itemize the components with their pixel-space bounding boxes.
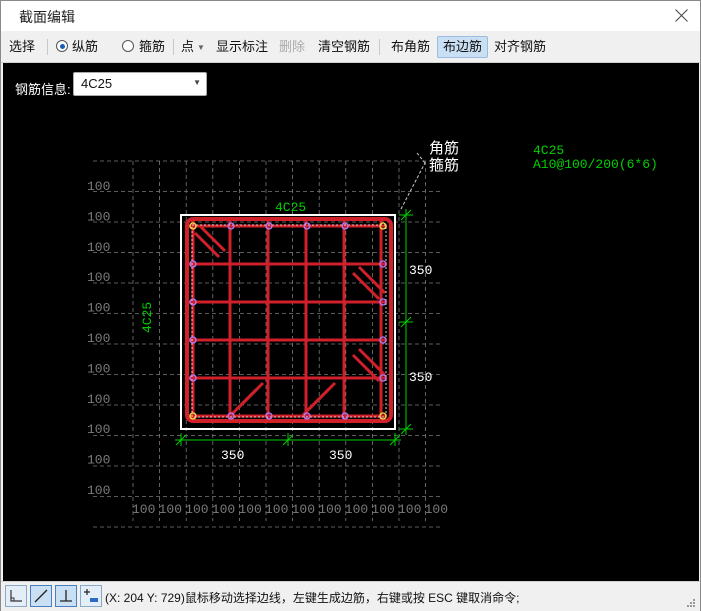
resize-grip-icon[interactable] (686, 598, 696, 608)
dimension-text: 350 (409, 263, 432, 278)
drawing-canvas[interactable]: 钢筋信息: 4C25 ▼ 100 100 100 100 100 100 100 100 100… (3, 63, 699, 581)
corner-rebar-button[interactable]: 布角筋 (391, 37, 430, 57)
window-title: 截面编辑 (19, 9, 75, 25)
stirrup-spec-text: A10@100/200(6*6) (533, 157, 658, 172)
grid-label: 100 (87, 392, 110, 407)
grid-label: 100 (87, 179, 110, 194)
close-icon[interactable] (670, 4, 694, 28)
add-icon[interactable] (80, 585, 102, 607)
separator (173, 39, 174, 55)
toolbar: 选择 纵筋 箍筋 点 ▼ 显示标注 删除 清空钢筋 布角筋 布边筋 对齐钢筋 (1, 31, 700, 63)
rebar-info-label: 钢筋信息: (15, 82, 71, 97)
grid-label: 100 (87, 422, 110, 437)
grid-label: 100 (371, 502, 394, 517)
grid-label: 100 (238, 502, 261, 517)
grid-label: 100 (87, 270, 110, 285)
stirrup-radio[interactable] (122, 40, 134, 52)
separator (47, 39, 48, 55)
legend-corner-text: 角筋 (429, 140, 459, 158)
select-button[interactable]: 选择 (9, 37, 35, 57)
grid-label: 100 (132, 502, 155, 517)
line-icon[interactable] (30, 585, 52, 607)
left-rebar-label: 4C25 (140, 302, 155, 333)
delete-button[interactable]: 删除 (279, 37, 305, 57)
leader-line (400, 162, 426, 210)
point-dropdown[interactable]: 点 ▼ (181, 37, 205, 57)
grid-label: 100 (292, 502, 315, 517)
leader-line (416, 152, 426, 164)
dimension-text: 350 (329, 448, 352, 463)
chevron-down-icon: ▼ (193, 78, 201, 87)
grid-label: 100 (159, 502, 182, 517)
align-rebar-button[interactable]: 对齐钢筋 (494, 37, 546, 57)
orthogonal-icon[interactable] (5, 585, 27, 607)
grid-label: 100 (87, 331, 110, 346)
stirrup-hook (351, 271, 381, 301)
separator (379, 39, 380, 55)
grid-label: 100 (87, 361, 110, 376)
stirrup-hook (193, 231, 221, 259)
clear-rebar-button[interactable]: 清空钢筋 (318, 37, 370, 57)
grid-label: 100 (318, 502, 341, 517)
grid-label: 100 (398, 502, 421, 517)
grid-label: 100 (87, 301, 110, 316)
section-drawing: 100100100100100100100100100100100100 100 1… (87, 140, 658, 528)
grid-label: 100 (265, 502, 288, 517)
rebar-info-value: 4C25 (81, 76, 113, 91)
top-rebar-label: 4C25 (275, 200, 306, 215)
chevron-down-icon: ▼ (197, 42, 205, 52)
corner-spec-text: 4C25 (533, 143, 564, 158)
grid-label: 100 (87, 209, 110, 224)
outer-stirrup (185, 217, 393, 423)
title-bar: 截面编辑 (1, 1, 700, 31)
perpendicular-icon[interactable] (55, 585, 77, 607)
grid-label: 100 (345, 502, 368, 517)
dimension-text: 350 (409, 370, 432, 385)
section-editor-window: 截面编辑 选择 纵筋 箍筋 点 ▼ 显示标注 删除 清空钢筋 布角筋 布边筋 对齐… (0, 0, 701, 611)
rebar-info-select[interactable]: 4C25 ▼ (73, 72, 207, 96)
stirrup-label[interactable]: 箍筋 (139, 37, 165, 57)
grid-label: 100 (87, 453, 110, 468)
point-label: 点 (181, 39, 195, 54)
show-annotation-button[interactable]: 显示标注 (216, 37, 268, 57)
side-rebar-button[interactable]: 布边筋 (437, 36, 489, 58)
grid-label: 100 (87, 240, 110, 255)
status-bar: (X: 204 Y: 729)鼠标移动选择边线，左键生成边筋，右键或按 ESC … (1, 581, 700, 611)
grid-label: 100 (87, 483, 110, 498)
legend-stirrup-text: 箍筋 (429, 157, 459, 175)
grid-label: 100 (212, 502, 235, 517)
dimension-text: 350 (221, 448, 244, 463)
longitudinal-radio[interactable] (56, 40, 68, 52)
status-text: (X: 204 Y: 729)鼠标移动选择边线，左键生成边筋，右键或按 ESC … (105, 591, 520, 605)
cover-line (191, 224, 387, 418)
longitudinal-label[interactable]: 纵筋 (72, 37, 98, 57)
grid-label: 100 (425, 502, 448, 517)
grid-label: 100 (185, 502, 208, 517)
